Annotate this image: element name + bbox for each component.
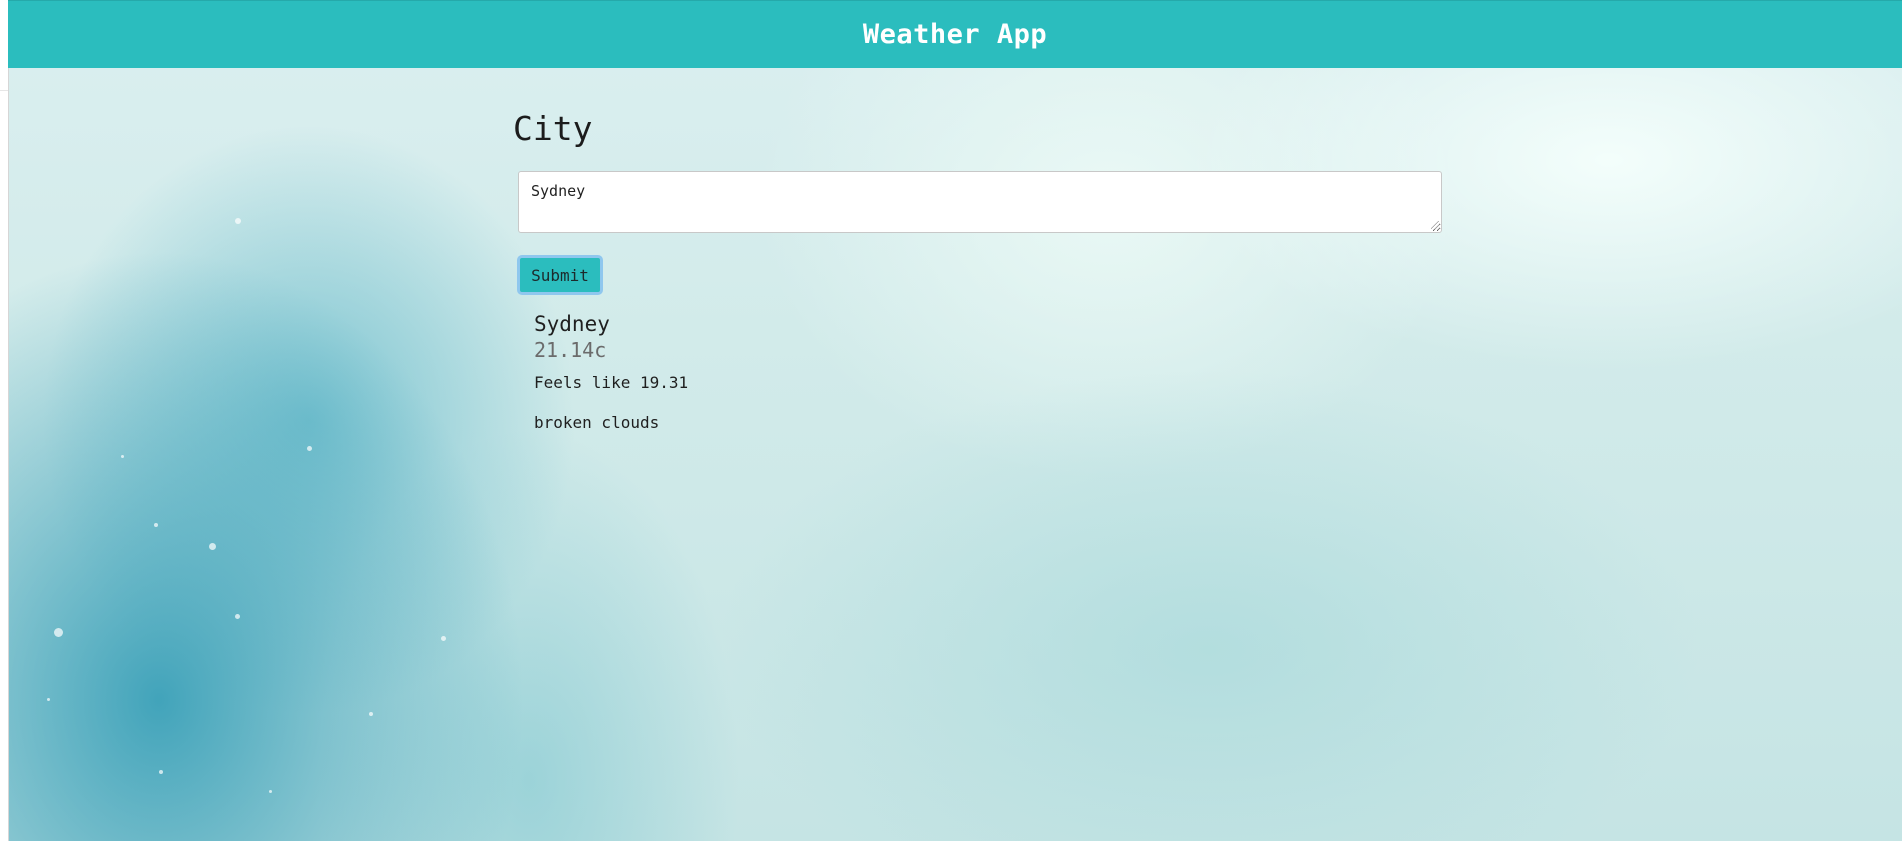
result-feels-like: Feels like 19.31 xyxy=(534,373,689,392)
result-city: Sydney xyxy=(534,312,610,336)
submit-button[interactable]: Submit xyxy=(517,255,603,295)
weather-form-container: City Submit Sydney 21.14c Feels like 19.… xyxy=(513,108,1443,432)
resize-grip-icon[interactable] xyxy=(1431,221,1439,229)
city-heading: City xyxy=(513,109,593,148)
margin-divider xyxy=(0,90,8,91)
result-description: broken clouds xyxy=(534,413,660,432)
city-input[interactable] xyxy=(518,171,1442,233)
app-header: Weather App xyxy=(8,0,1902,68)
page-left-margin xyxy=(0,0,8,841)
app-title: Weather App xyxy=(862,19,1048,50)
weather-result: Sydney 21.14c Feels like 19.31 broken cl… xyxy=(534,311,688,433)
result-temperature: 21.14c xyxy=(534,338,607,362)
